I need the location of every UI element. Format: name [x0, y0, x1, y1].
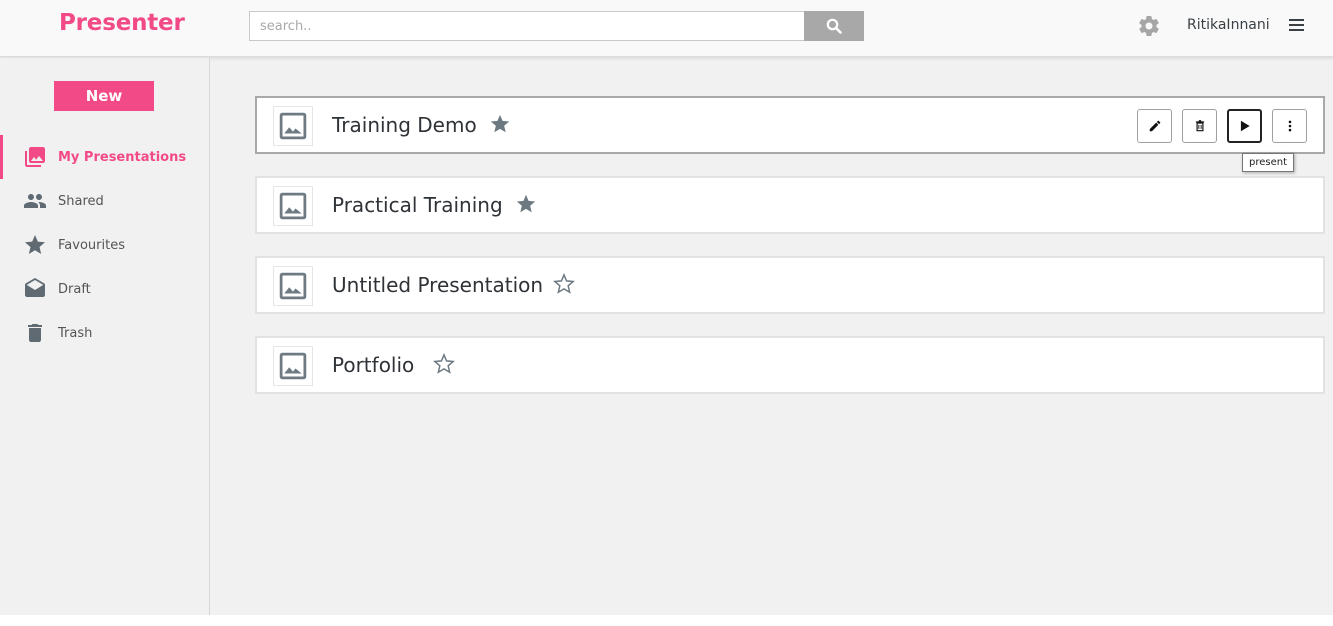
- sidebar-item-favourites[interactable]: Favourites: [0, 223, 209, 267]
- people-icon: [24, 194, 46, 208]
- pencil-icon: [1149, 120, 1160, 132]
- image-icon: [279, 112, 307, 140]
- thumbnail: [273, 346, 313, 386]
- edit-button[interactable]: [1137, 109, 1172, 143]
- image-icon: [279, 352, 307, 380]
- trash-icon: [1195, 120, 1204, 132]
- star-filled-icon[interactable]: [489, 113, 511, 135]
- search-icon: [826, 18, 842, 34]
- presentation-card[interactable]: Training Demo: [255, 96, 1325, 154]
- thumbnail: [273, 266, 313, 306]
- bottom-strip: [0, 615, 1333, 626]
- sidebar-item-my-presentations[interactable]: My Presentations: [0, 135, 209, 179]
- image-icon: [279, 272, 307, 300]
- sidebar: New My Presentations Shared Favourites D…: [0, 58, 210, 615]
- trash-icon: [28, 324, 42, 342]
- sidebar-item-label: Shared: [58, 193, 104, 209]
- play-icon: [1240, 120, 1250, 132]
- presentation-title[interactable]: Training Demo: [332, 113, 477, 137]
- search-bar: [249, 11, 864, 41]
- thumbnail: [273, 186, 313, 226]
- search-input[interactable]: [249, 11, 804, 41]
- sidebar-item-trash[interactable]: Trash: [0, 311, 209, 355]
- hamburger-menu-icon[interactable]: [1289, 19, 1304, 32]
- star-outline-icon[interactable]: [553, 273, 575, 295]
- image-icon: [279, 192, 307, 220]
- sidebar-item-label: Favourites: [58, 237, 125, 253]
- present-tooltip: present: [1242, 153, 1295, 172]
- present-button[interactable]: [1227, 109, 1262, 143]
- gear-icon[interactable]: [1137, 14, 1161, 38]
- card-actions: [1137, 109, 1307, 143]
- presentation-title[interactable]: Practical Training: [332, 193, 503, 217]
- presentation-title[interactable]: Untitled Presentation: [332, 273, 543, 297]
- presentation-title[interactable]: Portfolio: [332, 353, 414, 377]
- presentation-card[interactable]: Practical Training: [255, 176, 1325, 234]
- delete-button[interactable]: [1182, 109, 1217, 143]
- top-header: Presenter RitikaInnani: [0, 0, 1333, 57]
- app-logo[interactable]: Presenter: [59, 10, 185, 36]
- presentations-icon: [25, 147, 45, 167]
- sidebar-item-label: My Presentations: [58, 149, 187, 165]
- more-options-button[interactable]: [1272, 109, 1307, 143]
- thumbnail: [273, 106, 313, 146]
- presentation-card[interactable]: Untitled Presentation: [255, 256, 1325, 314]
- sidebar-item-label: Trash: [58, 325, 93, 341]
- sidebar-item-draft[interactable]: Draft: [0, 267, 209, 311]
- more-vertical-icon: [1288, 120, 1291, 132]
- search-button[interactable]: [804, 11, 864, 41]
- envelope-open-icon: [25, 278, 45, 297]
- presentation-card[interactable]: Portfolio: [255, 336, 1325, 394]
- star-filled-icon[interactable]: [515, 193, 537, 215]
- star-outline-icon[interactable]: [433, 353, 455, 375]
- star-icon: [25, 235, 45, 254]
- sidebar-item-shared[interactable]: Shared: [0, 179, 209, 223]
- new-presentation-button[interactable]: New: [54, 81, 154, 111]
- sidebar-item-label: Draft: [58, 281, 91, 297]
- username[interactable]: RitikaInnani: [1187, 17, 1270, 33]
